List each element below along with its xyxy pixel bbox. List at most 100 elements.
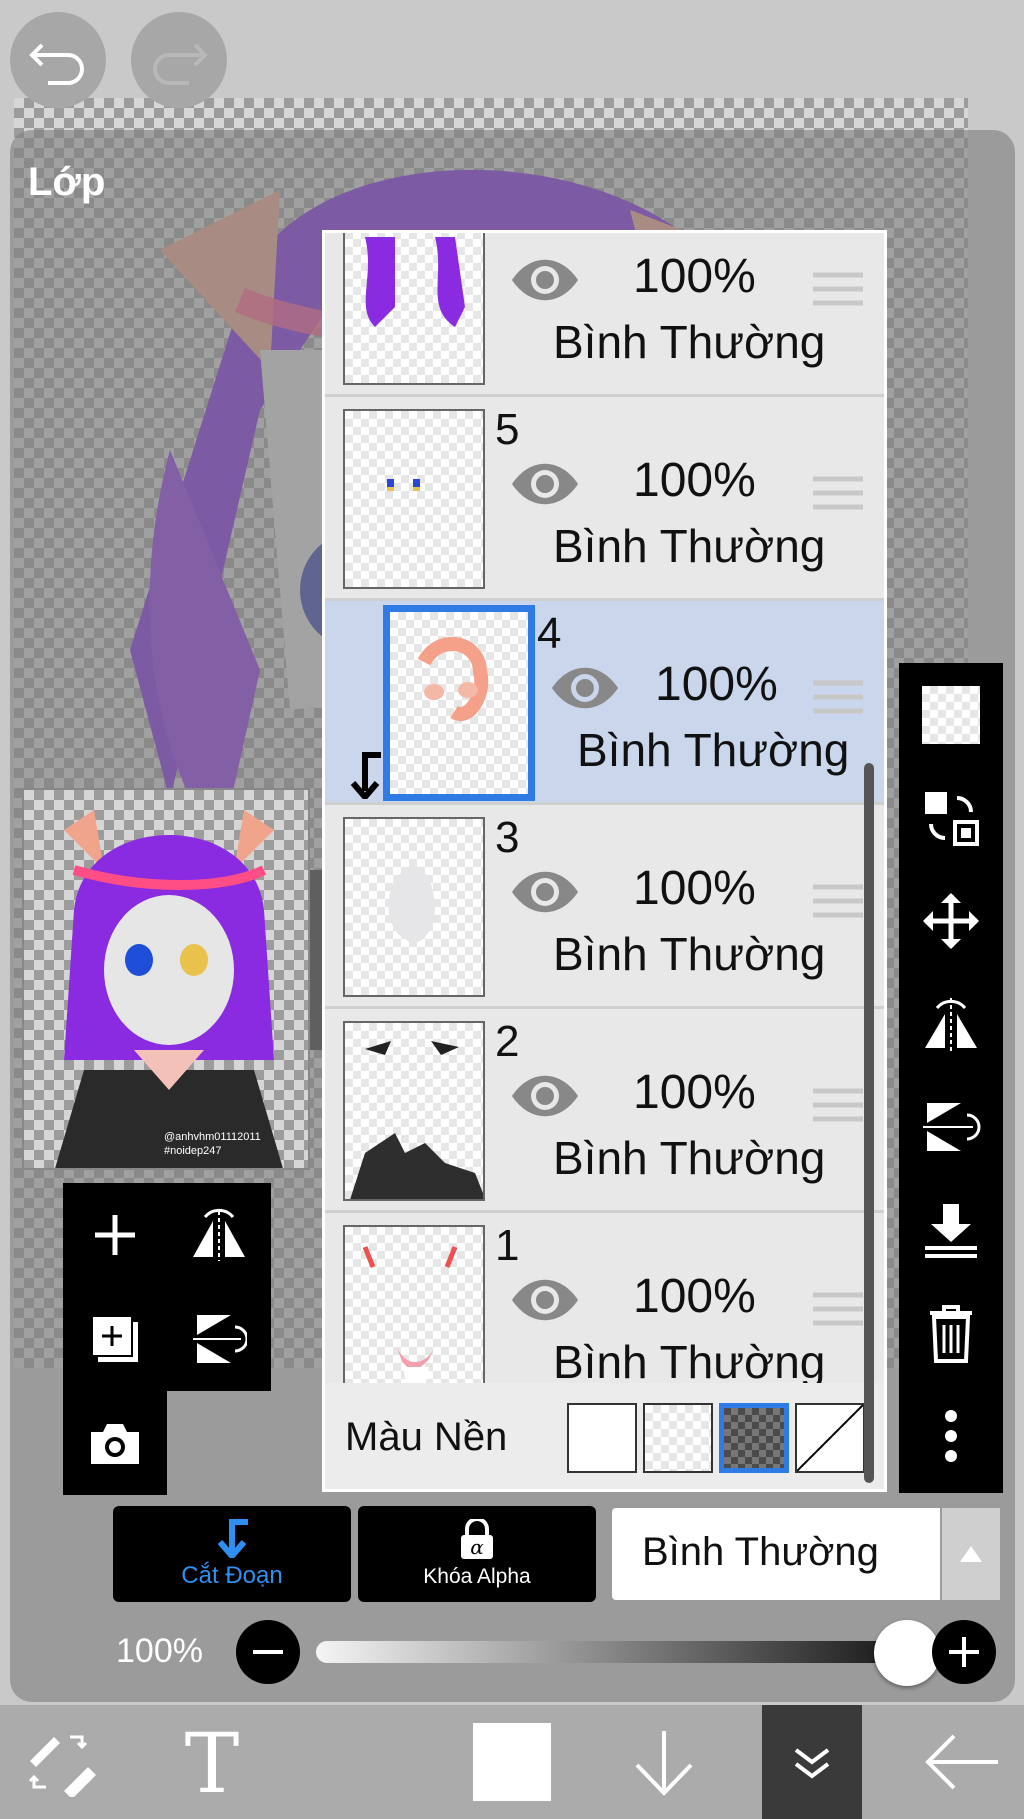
merge-down-button[interactable] — [899, 1178, 1003, 1281]
layer-opacity: 100% — [655, 658, 778, 711]
layer-blend-mode: Bình Thường — [553, 1132, 826, 1184]
duplicate-icon — [91, 1315, 138, 1362]
bg-swatch-dark-checker[interactable] — [719, 1403, 789, 1473]
drag-handle-icon[interactable] — [813, 881, 863, 921]
drag-handle-icon[interactable] — [813, 473, 863, 513]
redo-icon — [153, 43, 208, 85]
color-swatch-icon — [473, 1723, 551, 1801]
clipping-arrow-icon — [217, 1519, 248, 1558]
bg-swatch-white[interactable] — [567, 1403, 637, 1473]
panel-title: Lớp — [28, 160, 106, 204]
layers-button[interactable] — [762, 1705, 862, 1819]
eye-icon[interactable] — [550, 665, 620, 711]
layer-row[interactable]: 5 100% Bình Thường — [325, 397, 884, 601]
layer-number: 5 — [495, 405, 520, 454]
flip-horizontal-icon — [193, 1208, 245, 1261]
more-options-button[interactable] — [899, 1384, 1003, 1487]
tool-switch-button[interactable] — [10, 1705, 114, 1819]
thumbnail-artwork — [388, 866, 435, 943]
opacity-slider-knob[interactable] — [874, 1620, 940, 1686]
add-layer-button[interactable] — [63, 1183, 167, 1287]
back-icon — [925, 1734, 998, 1790]
checker-icon — [922, 685, 980, 744]
svg-text:T: T — [185, 1722, 240, 1802]
layer-move-button[interactable] — [899, 766, 1003, 869]
bg-swatch-checker[interactable] — [643, 1403, 713, 1473]
opacity-increase-button[interactable] — [932, 1620, 996, 1684]
blend-mode-dropdown-button[interactable] — [942, 1508, 1000, 1600]
preview-caption: @anhvhm01112011 #noidep247 — [164, 1130, 304, 1158]
layer-row-selected[interactable]: 4 100% Bình Thường — [325, 601, 884, 805]
layer-blend-mode: Bình Thường — [553, 316, 826, 368]
back-button[interactable] — [910, 1705, 1014, 1819]
clipping-label: Cắt Đoạn — [181, 1562, 283, 1589]
transparent-fill-button[interactable] — [899, 663, 1003, 766]
layer-opacity: 100% — [633, 862, 756, 915]
left-tools — [63, 1183, 271, 1495]
bottom-toolbar: T — [0, 1705, 1024, 1819]
clipping-button[interactable]: Cắt Đoạn — [113, 1506, 351, 1602]
eye-icon[interactable] — [510, 869, 580, 915]
eye-icon[interactable] — [510, 257, 580, 303]
drag-handle-icon[interactable] — [813, 269, 863, 309]
eye-icon[interactable] — [510, 461, 580, 507]
brush-eraser-icon — [28, 1735, 96, 1797]
alpha-lock-label: Khóa Alpha — [423, 1565, 531, 1588]
lock-alpha-icon: α — [461, 1519, 493, 1559]
blend-mode-select[interactable]: Bình Thường — [612, 1508, 940, 1600]
more-icon — [945, 1409, 957, 1462]
layer-thumbnail — [343, 817, 485, 997]
bg-swatch-none[interactable] — [795, 1403, 865, 1473]
drag-handle-icon[interactable] — [813, 1085, 863, 1125]
layer-move-icon — [925, 791, 979, 846]
text-icon: T — [185, 1722, 240, 1802]
drag-handle-icon[interactable] — [813, 677, 863, 717]
layer-thumbnail — [343, 1225, 485, 1405]
layer-row[interactable]: 2 100% Bình Thường — [325, 1009, 884, 1213]
eye-icon[interactable] — [510, 1073, 580, 1119]
undo-button[interactable] — [10, 12, 106, 108]
flip-horizontal-button[interactable] — [899, 972, 1003, 1075]
thumbnail-artwork — [387, 479, 420, 491]
merge-down-icon — [925, 1203, 977, 1258]
thumbnail-artwork — [417, 637, 489, 721]
flip-layer-button[interactable] — [167, 1183, 271, 1287]
alpha-lock-button[interactable]: α Khóa Alpha — [358, 1506, 596, 1602]
layer-list[interactable]: 100% Bình Thường 5 100% Bình Thường 4 10… — [322, 230, 887, 1492]
layer-thumbnail — [343, 233, 485, 385]
layer-number: 3 — [495, 813, 520, 862]
scrollbar[interactable] — [864, 763, 874, 1483]
move-button[interactable] — [899, 869, 1003, 972]
layer-opacity: 100% — [633, 454, 756, 507]
thumbnail-artwork — [362, 1246, 458, 1387]
layer-thumbnail — [343, 1021, 485, 1201]
flip-vertical-button[interactable] — [899, 1075, 1003, 1178]
drag-handle-icon[interactable] — [813, 1289, 863, 1329]
text-tool-button[interactable]: T — [160, 1705, 264, 1819]
redo-button[interactable] — [131, 12, 227, 108]
layers-collapse-icon — [794, 1748, 830, 1779]
duplicate-layer-button[interactable] — [63, 1287, 167, 1391]
layer-blend-mode: Bình Thường — [553, 520, 826, 572]
layer-row[interactable]: 3 100% Bình Thường — [325, 805, 884, 1009]
color-button[interactable] — [460, 1705, 564, 1819]
opacity-label: 100% — [116, 1632, 203, 1670]
move-arrows-icon — [923, 892, 979, 949]
svg-text:α: α — [470, 1535, 484, 1559]
opacity-decrease-button[interactable] — [236, 1620, 300, 1684]
camera-button[interactable] — [63, 1391, 167, 1495]
preview-artwork — [55, 810, 283, 1168]
opacity-slider[interactable] — [316, 1641, 920, 1663]
layer-row[interactable]: 100% Bình Thường — [325, 233, 884, 397]
layer-blend-mode: Bình Thường — [553, 928, 826, 980]
layer-number: 2 — [495, 1017, 520, 1066]
delete-layer-button[interactable] — [899, 1281, 1003, 1384]
layer-number: 1 — [495, 1221, 520, 1270]
move-down-button[interactable] — [612, 1705, 716, 1819]
arrow-down-icon — [635, 1731, 693, 1796]
flip-vertical-button[interactable] — [167, 1287, 271, 1391]
triangle-up-icon — [960, 1546, 982, 1562]
eye-icon[interactable] — [510, 1277, 580, 1323]
thumbnail-artwork — [365, 237, 465, 327]
layer-number: 4 — [537, 609, 562, 658]
